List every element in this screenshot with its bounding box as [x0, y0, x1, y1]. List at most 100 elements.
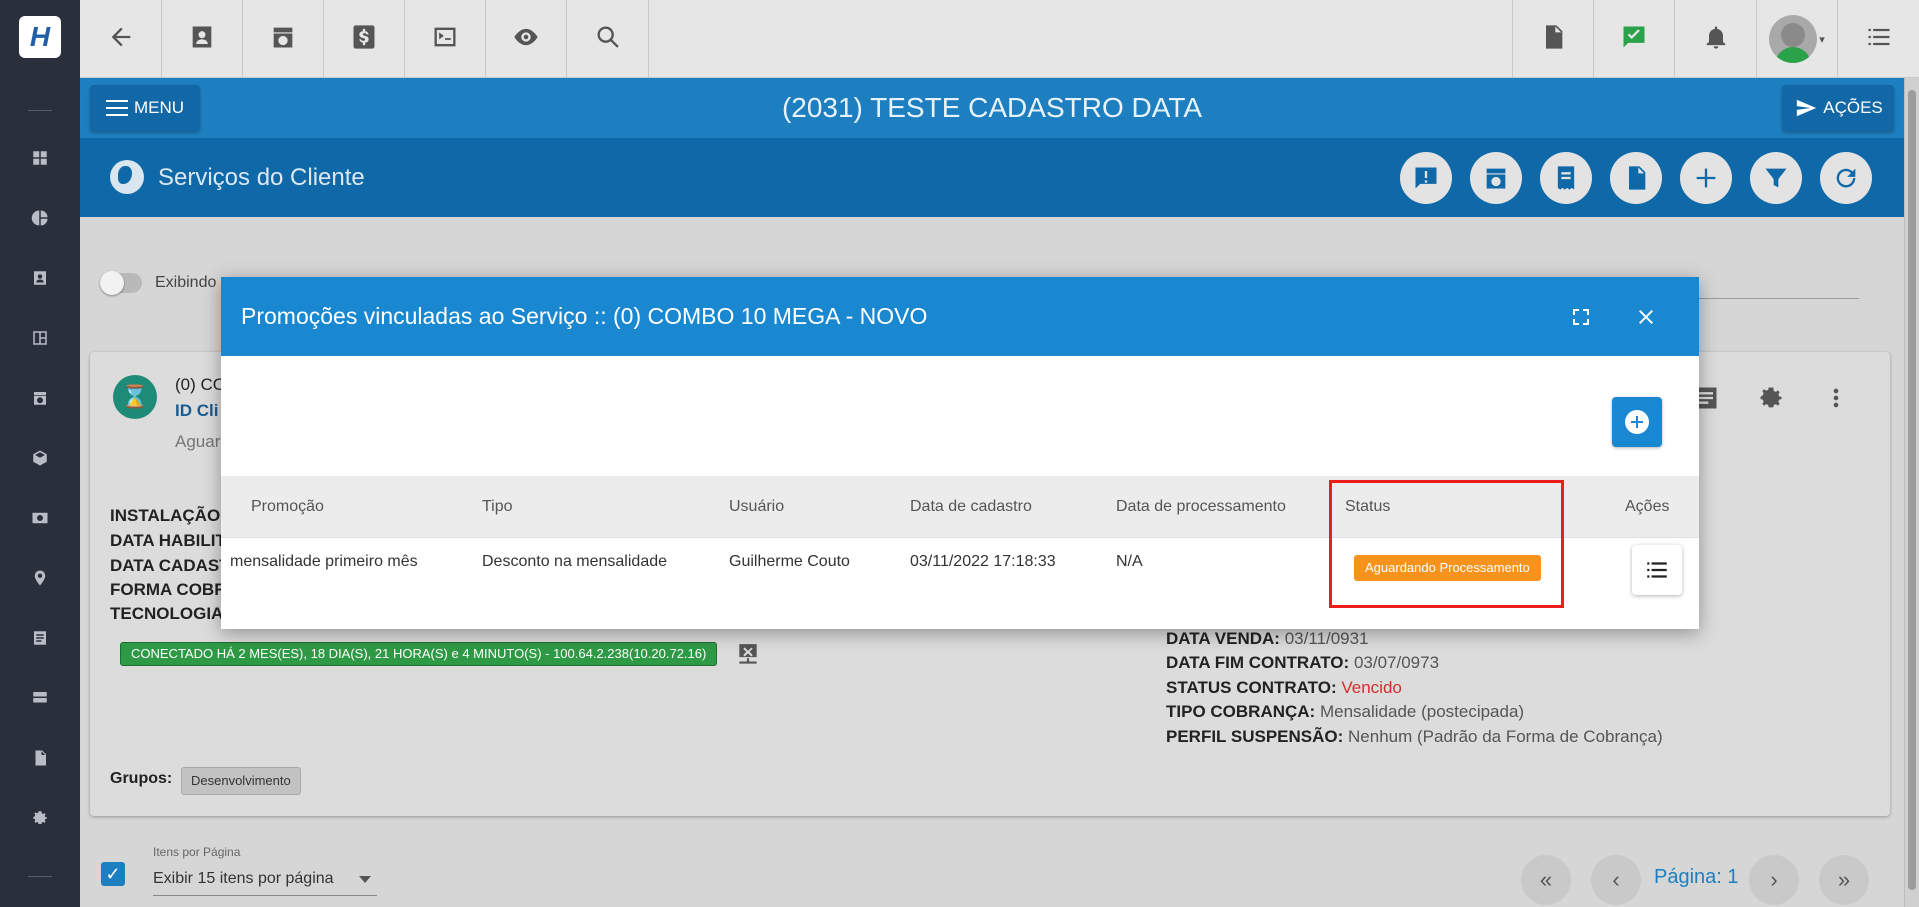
- installation-label: INSTALAÇÃO:: [110, 506, 226, 525]
- calendar-clock-icon: [269, 23, 297, 56]
- items-per-page-select[interactable]: Exibir 15 itens por página: [153, 868, 377, 896]
- user-menu-button[interactable]: ▾: [1757, 0, 1838, 78]
- app-logo[interactable]: H: [19, 16, 61, 58]
- server-icon[interactable]: [28, 686, 52, 710]
- select-all-checkbox[interactable]: ✓: [101, 862, 125, 886]
- display-toggle[interactable]: [100, 271, 142, 295]
- file-icon[interactable]: [28, 746, 52, 770]
- billing-form-label: FORMA COBRA: [110, 580, 239, 599]
- service-title: (0) CO: [175, 375, 226, 394]
- finance-button[interactable]: [324, 0, 405, 78]
- section-header: Serviços do Cliente: [80, 138, 1904, 217]
- receipt-icon: [1557, 166, 1575, 190]
- file-icon: [1629, 166, 1646, 190]
- cell-usuario: Guilherme Couto: [729, 553, 850, 570]
- col-tipo: Tipo: [482, 498, 513, 515]
- pie-chart-icon[interactable]: [28, 206, 52, 230]
- next-page-button[interactable]: ›: [1749, 855, 1799, 905]
- map-pin-icon[interactable]: [28, 566, 52, 590]
- contact-card-icon[interactable]: [28, 266, 52, 290]
- actions-button[interactable]: AÇÕES: [1782, 85, 1894, 131]
- card-settings-button[interactable]: [1757, 384, 1787, 414]
- send-icon: [1797, 99, 1817, 117]
- vertical-scrollbar[interactable]: [1904, 78, 1919, 907]
- top-toolbar: ▾: [80, 0, 1919, 78]
- refresh-button[interactable]: [1820, 152, 1872, 204]
- board-icon[interactable]: [28, 326, 52, 350]
- plus-icon: [1696, 168, 1716, 188]
- list-icon: [1647, 562, 1667, 578]
- check-message-icon: [1620, 23, 1648, 56]
- page-header: (2031) TESTE CADASTRO DATA MENU AÇÕES: [80, 78, 1904, 138]
- chevron-left-icon: ‹: [1612, 867, 1620, 892]
- terminal-icon: [431, 23, 459, 56]
- notifications-button[interactable]: [1675, 0, 1757, 78]
- habilitation-date-label: DATA HABILIT: [110, 531, 226, 550]
- menu-button[interactable]: MENU: [90, 85, 200, 131]
- fullscreen-icon: [1573, 309, 1589, 325]
- terminal-button[interactable]: [405, 0, 486, 78]
- search-button[interactable]: [567, 0, 649, 78]
- pdf-icon: [1539, 23, 1567, 56]
- expand-button[interactable]: [1566, 302, 1596, 332]
- receipt-button[interactable]: [1540, 152, 1592, 204]
- money-icon[interactable]: [28, 506, 52, 530]
- col-data-processamento: Data de processamento: [1116, 498, 1286, 515]
- divider: [28, 876, 52, 877]
- dashboard-icon[interactable]: [28, 146, 52, 170]
- messages-button[interactable]: [1594, 0, 1675, 78]
- add-service-button[interactable]: [1680, 152, 1732, 204]
- client-id-label: ID Cli: [175, 401, 219, 420]
- chevron-right-icon: ›: [1770, 867, 1778, 892]
- chevron-down-icon: ▾: [1819, 33, 1825, 46]
- close-icon: [1639, 310, 1653, 324]
- group-chip[interactable]: Desenvolvimento: [181, 767, 301, 795]
- bell-icon: [1702, 23, 1730, 56]
- calendar-clock-icon[interactable]: [28, 386, 52, 410]
- hamburger-icon: [105, 100, 128, 116]
- col-acoes: Ações: [1625, 498, 1670, 515]
- scrollbar-thumb[interactable]: [1908, 90, 1916, 890]
- add-promotion-button[interactable]: [1612, 397, 1662, 447]
- close-button[interactable]: [1631, 302, 1661, 332]
- section-title: Serviços do Cliente: [158, 164, 365, 191]
- schedule-button[interactable]: [243, 0, 324, 78]
- col-data-cadastro: Data de cadastro: [910, 498, 1032, 515]
- technology-label: TECNOLOGIA: [110, 604, 224, 623]
- alert-button[interactable]: [1400, 152, 1452, 204]
- gear-icon[interactable]: [28, 806, 52, 830]
- service-status-text: Aguar: [175, 432, 221, 451]
- back-arrow-icon: [107, 23, 135, 56]
- last-page-button[interactable]: »: [1819, 855, 1869, 905]
- search-icon: [594, 23, 622, 56]
- document-list-icon[interactable]: [28, 626, 52, 650]
- list-button[interactable]: [1838, 0, 1919, 78]
- card-more-button[interactable]: [1822, 384, 1852, 414]
- disconnect-icon[interactable]: [734, 642, 762, 668]
- view-button[interactable]: [486, 0, 567, 78]
- eye-icon: [512, 23, 540, 56]
- groups-label: Grupos:: [110, 770, 173, 787]
- contract-status-line: STATUS CONTRATO: Vencido: [1166, 678, 1402, 697]
- items-per-page-label: Itens por Página: [153, 845, 241, 859]
- calendar-clock-icon: [1486, 168, 1506, 189]
- back-button[interactable]: [80, 0, 162, 78]
- box-icon[interactable]: [28, 446, 52, 470]
- pdf-button[interactable]: [1512, 0, 1594, 78]
- contact-card-icon: [188, 23, 216, 56]
- col-promocao: Promoção: [251, 498, 324, 515]
- prev-page-button[interactable]: ‹: [1591, 855, 1641, 905]
- row-actions-button[interactable]: [1632, 545, 1682, 595]
- toggle-label: Exibindo: [155, 274, 217, 291]
- hourglass-icon: ⌛: [113, 375, 157, 419]
- connection-status-badge: CONECTADO HÁ 2 MES(ES), 18 DIA(S), 21 HO…: [120, 642, 718, 666]
- double-chevron-right-icon: »: [1837, 867, 1851, 892]
- dropdown-arrow-icon: [359, 876, 371, 883]
- document-button[interactable]: [1610, 152, 1662, 204]
- filter-button[interactable]: [1750, 152, 1802, 204]
- contacts-button[interactable]: [162, 0, 243, 78]
- col-usuario: Usuário: [729, 498, 785, 515]
- first-page-button[interactable]: «: [1521, 855, 1571, 905]
- billing-type-line: TIPO COBRANÇA: Mensalidade (postecipada): [1166, 702, 1525, 721]
- schedule-circle-button[interactable]: [1470, 152, 1522, 204]
